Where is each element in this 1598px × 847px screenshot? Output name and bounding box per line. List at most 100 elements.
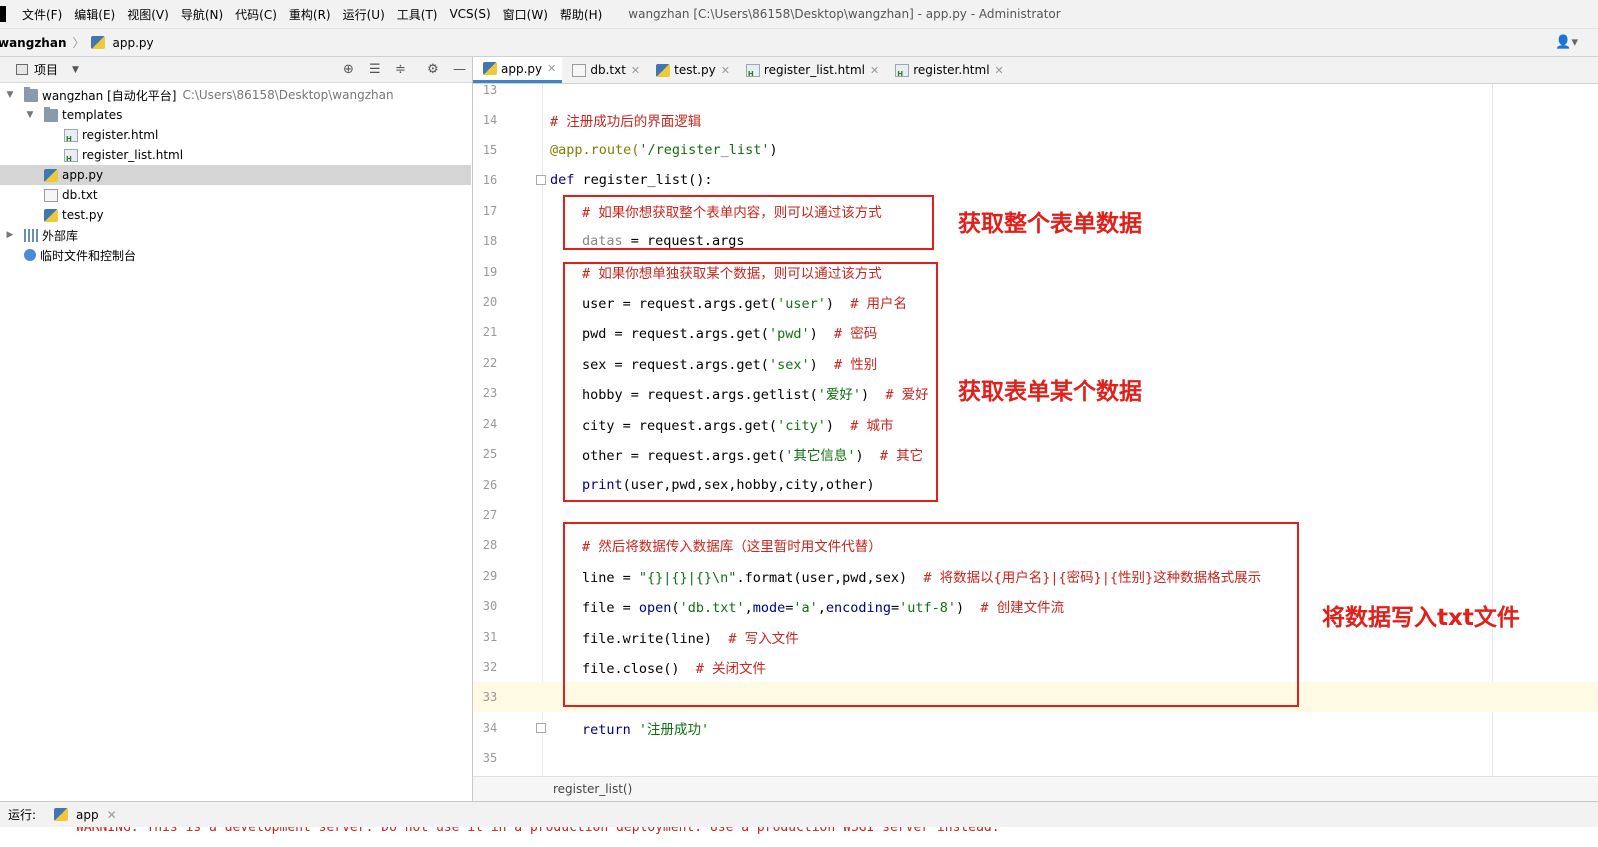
tree-item-root[interactable]: ▼ wangzhan [自动化平台] C:\Users\86158\Deskto… [0, 85, 471, 105]
python-file-icon [483, 62, 497, 75]
tab-register-html[interactable]: register.html ✕ [885, 57, 1010, 83]
code-line[interactable]: 15 @app.route('/register_list') [473, 135, 1598, 165]
line-number: 15 [482, 143, 498, 157]
python-file-icon [44, 208, 58, 222]
user-icon[interactable]: 👤▾ [1555, 35, 1578, 50]
code-line[interactable]: 13 [473, 84, 1598, 105]
python-file-icon [90, 36, 105, 49]
code-text: return '注册成功' [582, 718, 709, 738]
menu-navigate[interactable]: 导航(N) [175, 6, 229, 23]
console-output: WARNING: This is a development server. D… [76, 827, 1000, 835]
breadcrumb-function[interactable]: register_list() [553, 782, 632, 796]
menu-vcs[interactable]: VCS(S) [443, 7, 496, 21]
annotation-note-whole-form: 获取整个表单数据 [958, 211, 1142, 237]
tab-app-py[interactable]: app.py ✕ [473, 57, 563, 83]
line-number: 29 [482, 569, 498, 583]
tree-item-db-txt[interactable]: db.txt [0, 185, 471, 205]
text-file-icon [44, 188, 58, 202]
run-tab-label: app [76, 807, 99, 822]
tab-label: register.html [913, 63, 990, 77]
tree-item-label: test.py [62, 208, 104, 222]
line-number: 17 [482, 204, 498, 218]
nav-crumb-file[interactable]: app.py [90, 35, 154, 50]
tree-item-scratches[interactable]: 临时文件和控制台 [0, 245, 471, 265]
menu-refactor[interactable]: 重构(R) [283, 6, 337, 23]
tree-item-app-py[interactable]: app.py [0, 165, 471, 185]
editor-breadcrumb[interactable]: register_list() [473, 776, 1598, 801]
navigation-bar: wangzhan 〉 app.py 👤▾ [0, 29, 1598, 57]
annotation-note-write-txt: 将数据写入txt文件 [1322, 605, 1520, 631]
project-panel-title[interactable]: 项目 [34, 61, 58, 78]
tree-item-register-list-html[interactable]: register_list.html [0, 145, 471, 165]
keyword-token: def [550, 172, 583, 188]
menu-code[interactable]: 代码(C) [229, 6, 283, 23]
tab-test-py[interactable]: test.py ✕ [646, 57, 736, 83]
line-number: 21 [482, 325, 498, 339]
line-number: 27 [482, 508, 498, 522]
code-text: @app.route('/register_list') [550, 142, 778, 158]
menu-edit[interactable]: 编辑(E) [68, 6, 121, 23]
close-icon[interactable]: ✕ [870, 64, 879, 77]
line-number: 35 [482, 751, 498, 765]
python-run-icon [54, 808, 69, 821]
code-line[interactable]: 35 [473, 743, 1598, 773]
tab-register-list-html[interactable]: register_list.html ✕ [736, 57, 885, 83]
close-icon[interactable]: ✕ [995, 64, 1004, 77]
run-tab-app[interactable]: app ✕ [54, 808, 117, 822]
fold-marker-icon[interactable] [536, 723, 546, 733]
close-icon[interactable]: ✕ [547, 62, 556, 75]
string-token: '注册成功' [638, 722, 710, 738]
code-line[interactable]: 14 # 注册成功后的界面逻辑 [473, 105, 1598, 135]
chevron-down-icon[interactable]: ▼ [4, 90, 16, 100]
close-icon[interactable]: ✕ [107, 808, 117, 822]
line-number: 26 [482, 478, 498, 492]
line-number: 23 [482, 386, 498, 400]
line-number: 30 [482, 599, 498, 613]
close-icon[interactable]: ✕ [631, 64, 640, 77]
tab-label: db.txt [590, 63, 626, 77]
line-number: 24 [482, 417, 498, 431]
expand-all-icon[interactable]: ☰ [369, 62, 381, 77]
tree-item-register-html[interactable]: register.html [0, 125, 471, 145]
menu-help[interactable]: 帮助(H) [554, 6, 608, 23]
menu-window[interactable]: 窗口(W) [497, 6, 554, 23]
line-number: 14 [482, 113, 498, 127]
library-icon [24, 228, 38, 242]
line-number: 18 [482, 234, 498, 248]
tree-item-templates[interactable]: ▼ templates [0, 105, 471, 125]
tree-item-label: app.py [62, 168, 104, 182]
tree-item-external-libraries[interactable]: ▶ 外部库 [0, 225, 471, 245]
menu-view[interactable]: 视图(V) [121, 6, 175, 23]
tree-item-label: 临时文件和控制台 [40, 248, 137, 263]
code-line[interactable]: 34 return '注册成功' [473, 713, 1598, 743]
fold-marker-icon[interactable] [536, 175, 546, 185]
nav-crumb-project[interactable]: wangzhan [0, 36, 66, 50]
code-line[interactable]: 16 def register_list(): [473, 165, 1598, 195]
project-panel-header: 项目 ▼ ⊕ ☰ ≑ ⚙ — [0, 57, 472, 83]
chevron-down-icon[interactable]: ▼ [24, 110, 36, 120]
project-panel: 项目 ▼ ⊕ ☰ ≑ ⚙ — ▼ wangzhan [自动化平台] C:\Use… [0, 57, 473, 801]
chevron-down-icon[interactable]: ▼ [72, 65, 79, 75]
collapse-all-icon[interactable]: ≑ [395, 62, 406, 77]
line-number: 33 [482, 690, 498, 704]
tree-item-test-py[interactable]: test.py [0, 205, 471, 225]
line-number: 34 [482, 721, 498, 735]
locate-icon[interactable]: ⊕ [343, 62, 354, 77]
minimize-icon[interactable]: — [453, 62, 466, 77]
tree-item-label: db.txt [62, 188, 98, 202]
menu-run[interactable]: 运行(U) [337, 6, 391, 23]
close-icon[interactable]: ✕ [721, 64, 730, 77]
nav-crumb-file-label: app.py [112, 35, 154, 50]
tab-db-txt[interactable]: db.txt ✕ [562, 57, 646, 83]
menu-tools[interactable]: 工具(T) [391, 6, 444, 23]
keyword-token: return [582, 722, 639, 738]
chevron-right-icon[interactable]: ▶ [4, 230, 16, 240]
folder-icon [44, 106, 58, 122]
code-text: def register_list(): [550, 172, 713, 188]
code-token: register_list(): [582, 172, 713, 188]
tree-item-label: 外部库 [42, 228, 79, 243]
run-console[interactable]: WARNING: This is a development server. D… [0, 827, 1598, 847]
gear-icon[interactable]: ⚙ [427, 62, 439, 77]
menu-file[interactable]: 文件(F) [16, 6, 68, 23]
code-text: # 注册成功后的界面逻辑 [550, 114, 702, 130]
